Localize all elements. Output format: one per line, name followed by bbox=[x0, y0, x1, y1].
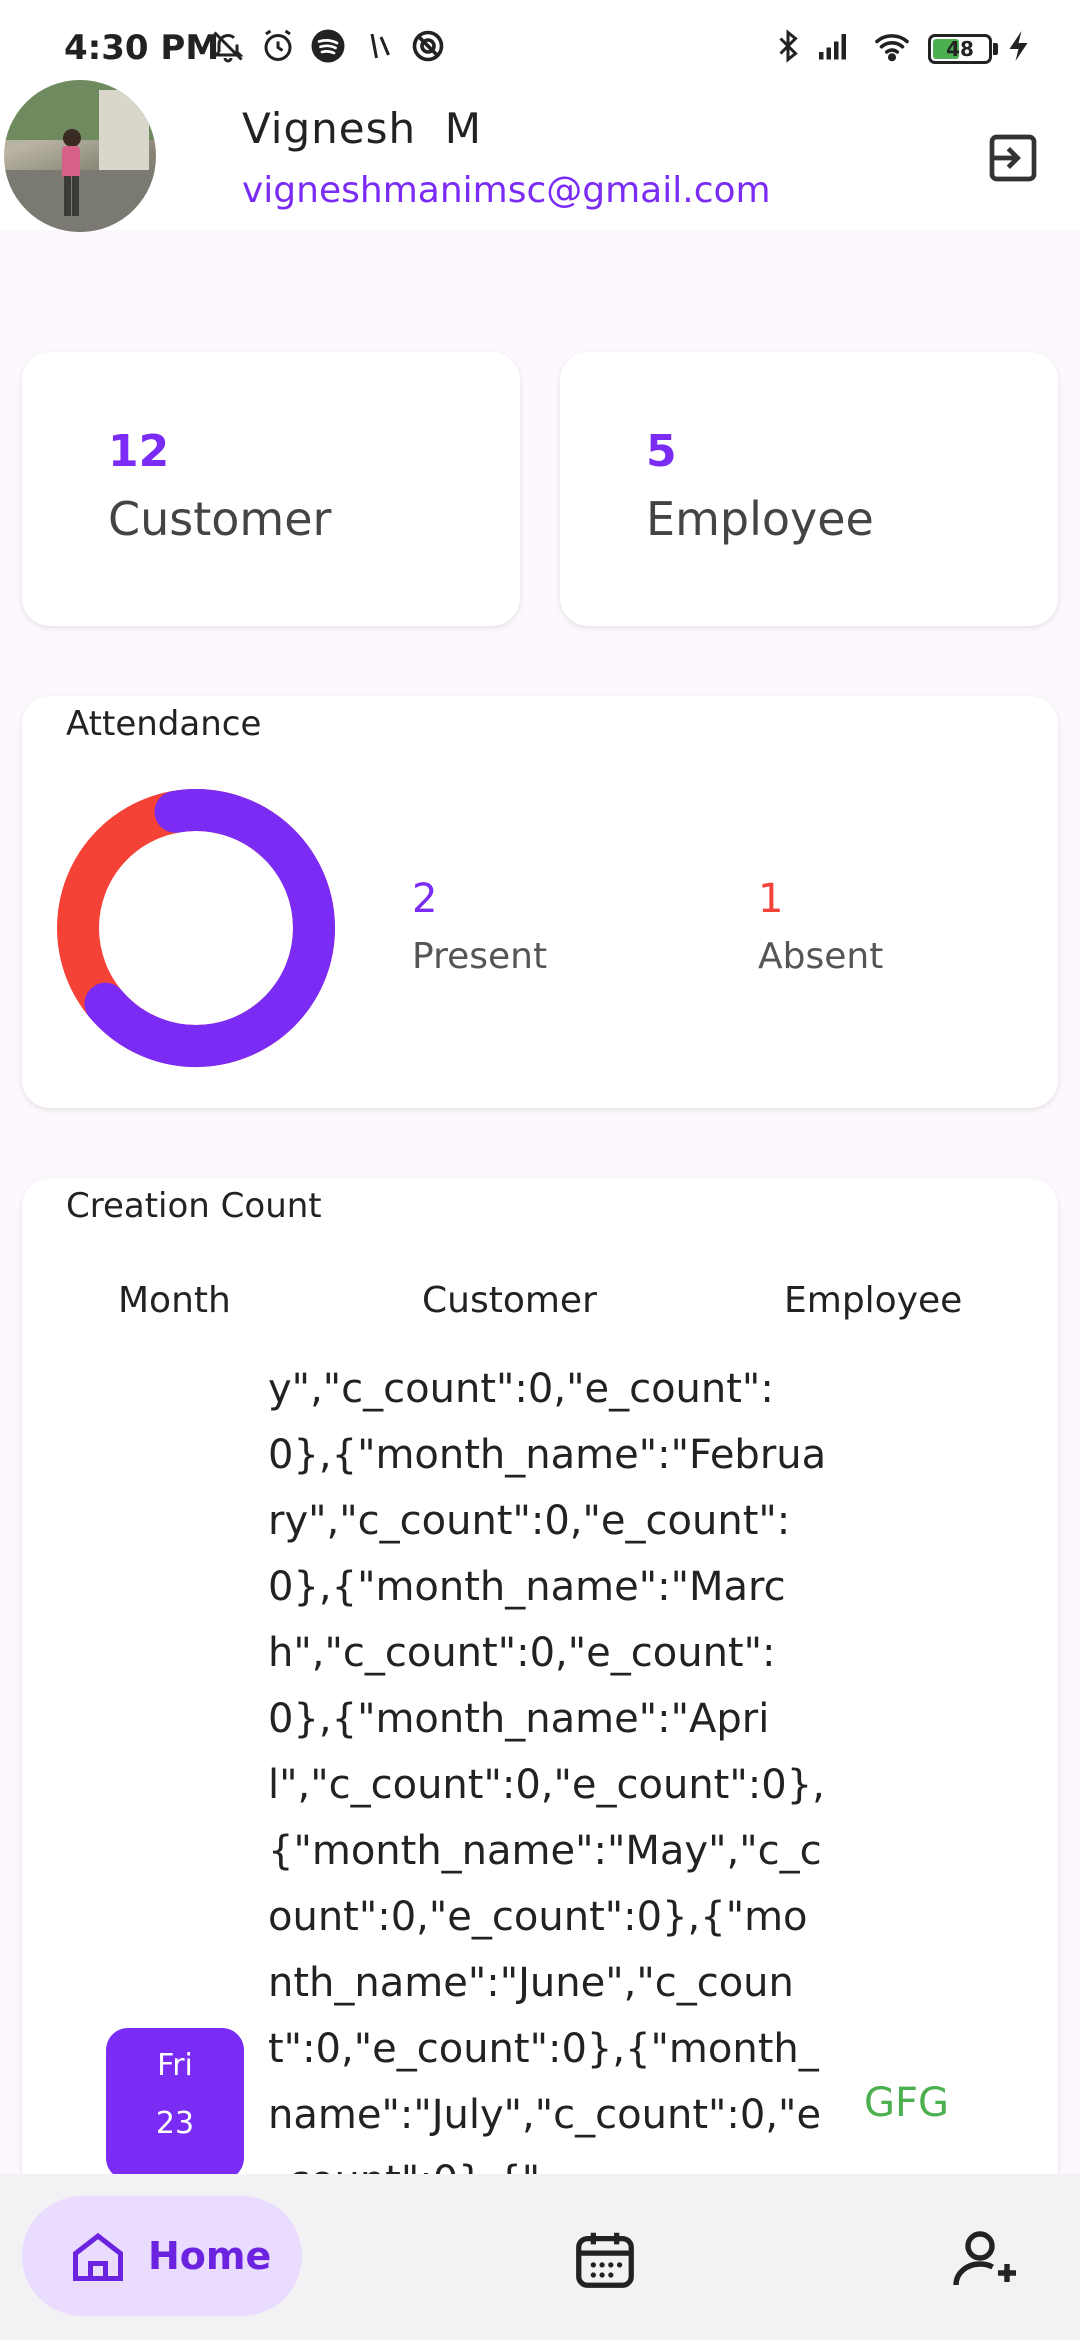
add-user-icon bbox=[953, 2231, 1016, 2286]
nav-home-label: Home bbox=[148, 2234, 272, 2278]
customer-count: 12 bbox=[108, 426, 170, 477]
creation-count-title: Creation Count bbox=[66, 1186, 322, 1226]
user-email: vigneshmanimsc@gmail.com bbox=[242, 170, 771, 211]
employee-count-card[interactable]: 5 Employee bbox=[560, 352, 1058, 626]
attendance-donut-chart bbox=[57, 789, 335, 1067]
logout-button[interactable] bbox=[980, 125, 1046, 191]
alarm-icon bbox=[258, 26, 298, 66]
bluetooth-icon bbox=[768, 26, 808, 66]
present-count: 2 bbox=[412, 876, 438, 922]
attendance-title: Attendance bbox=[66, 704, 262, 744]
charging-icon bbox=[1000, 26, 1040, 66]
customer-count-card[interactable]: 12 Customer bbox=[22, 352, 520, 626]
logout-icon bbox=[989, 134, 1037, 182]
lens-icon bbox=[358, 26, 398, 66]
attendance-card: Attendance 2 Present 1 Absent bbox=[22, 696, 1058, 1108]
column-header-customer: Customer bbox=[422, 1280, 597, 1321]
date-chip[interactable]: Fri 23 bbox=[106, 2028, 244, 2180]
gfg-label: GFG bbox=[864, 2080, 949, 2126]
date-day: Fri bbox=[157, 2048, 193, 2083]
battery-cap bbox=[993, 43, 998, 55]
absent-count: 1 bbox=[758, 876, 784, 922]
column-header-employee: Employee bbox=[784, 1280, 963, 1321]
user-name: Vignesh M bbox=[242, 104, 483, 153]
employee-count: 5 bbox=[646, 426, 677, 477]
nav-add-user-button[interactable] bbox=[950, 2222, 1022, 2294]
battery-icon: 48 bbox=[928, 34, 992, 64]
date-number: 23 bbox=[155, 2106, 195, 2141]
customer-label: Customer bbox=[108, 492, 332, 546]
calendar-icon bbox=[576, 2232, 634, 2288]
employee-label: Employee bbox=[646, 492, 874, 546]
present-label: Present bbox=[412, 936, 548, 977]
wifi-icon bbox=[872, 26, 912, 66]
battery-level: 48 bbox=[946, 37, 974, 61]
raw-json-text: y","c_count":0,"e_count":0},{"month_name… bbox=[268, 1366, 827, 2176]
avatar[interactable] bbox=[4, 80, 156, 232]
status-time: 4:30 PM bbox=[64, 28, 220, 68]
nav-calendar-button[interactable] bbox=[570, 2224, 640, 2294]
home-icon bbox=[73, 2232, 123, 2281]
vpn-icon bbox=[408, 26, 448, 66]
mute-icon bbox=[208, 26, 248, 66]
spotify-icon bbox=[308, 26, 348, 66]
signal-icon bbox=[814, 26, 854, 66]
absent-label: Absent bbox=[758, 936, 884, 977]
column-header-month: Month bbox=[118, 1280, 231, 1321]
nav-home[interactable]: Home bbox=[22, 2196, 302, 2316]
